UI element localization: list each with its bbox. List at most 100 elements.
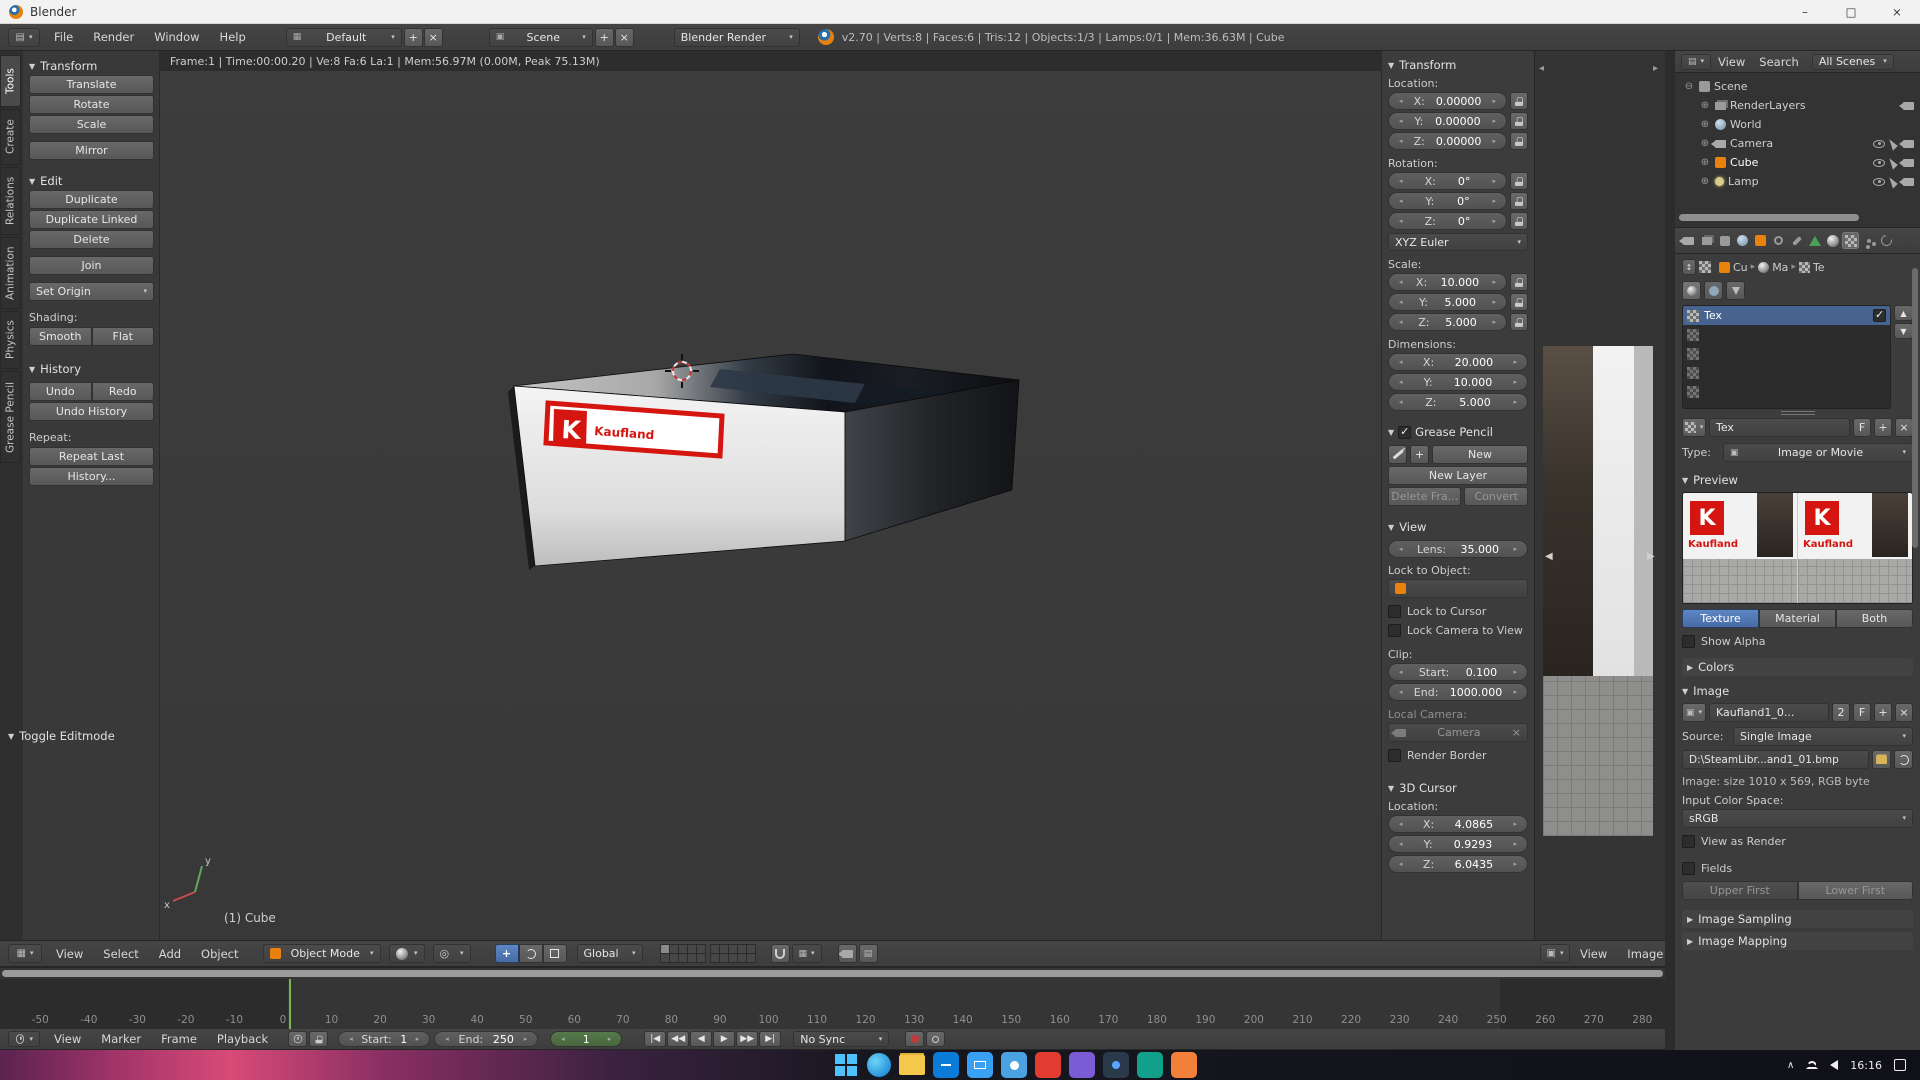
tool-tab-grease-pencil[interactable]: Grease Pencil bbox=[0, 371, 21, 463]
fake-user-button[interactable]: F bbox=[1853, 418, 1871, 437]
lock-button[interactable] bbox=[1510, 112, 1528, 130]
outliner-row-renderlayers[interactable]: ⊕RenderLayers bbox=[1683, 96, 1914, 115]
panel-header-history[interactable]: ▼History bbox=[29, 360, 154, 378]
tool-button[interactable]: Duplicate bbox=[29, 190, 154, 209]
minimize-button[interactable]: – bbox=[1782, 0, 1828, 23]
outliner-row-lamp[interactable]: ⊕Lamp bbox=[1683, 172, 1914, 191]
layer-cell-active[interactable] bbox=[661, 945, 669, 953]
lower-first-button[interactable]: Lower First bbox=[1798, 881, 1914, 900]
clip-start-field[interactable]: ◂Start:0.100▸ bbox=[1388, 663, 1528, 681]
volume-icon[interactable] bbox=[1830, 1060, 1838, 1070]
start-button[interactable] bbox=[833, 1052, 859, 1078]
rotation-mode-dropdown[interactable]: XYZ Euler▾ bbox=[1388, 233, 1528, 251]
scale-manipulator-button[interactable] bbox=[543, 944, 567, 963]
dimension-field[interactable]: ◂X:20.000▸ bbox=[1388, 353, 1528, 371]
expand-icon[interactable]: ⊕ bbox=[1699, 100, 1711, 111]
lock-button[interactable] bbox=[1510, 293, 1528, 311]
menu-item[interactable]: View bbox=[1711, 51, 1752, 72]
slot-move-down-button[interactable]: ▼ bbox=[1894, 323, 1913, 339]
lock-button[interactable] bbox=[1510, 192, 1528, 210]
tool-tab-tools[interactable]: Tools bbox=[0, 55, 21, 107]
outliner-scrollbar[interactable] bbox=[1679, 214, 1859, 221]
panel-header-preview[interactable]: ▼Preview bbox=[1682, 471, 1913, 489]
clock-time[interactable]: 16:16 bbox=[1850, 1059, 1882, 1072]
dimension-field[interactable]: ◂Y:10.000▸ bbox=[1388, 373, 1528, 391]
scene-selector[interactable]: ▣Scene▾ bbox=[489, 28, 593, 47]
location-field[interactable]: ◂Z:0.00000▸ bbox=[1388, 132, 1507, 150]
lock-button[interactable] bbox=[1510, 273, 1528, 291]
play-button[interactable]: ▶ bbox=[713, 1031, 735, 1047]
tool-tab-relations[interactable]: Relations bbox=[0, 167, 21, 235]
menu-item[interactable]: View bbox=[44, 1029, 91, 1049]
image-filepath-field[interactable]: D:\SteamLibr...and1_01.bmp bbox=[1682, 750, 1869, 769]
join-button[interactable]: Join bbox=[29, 256, 154, 275]
mode-dropdown[interactable]: Object Mode▾ bbox=[263, 944, 381, 963]
grease-pencil-draw-button[interactable] bbox=[1388, 445, 1407, 464]
tab-texture[interactable] bbox=[1842, 232, 1859, 249]
image-users-button[interactable]: 2 bbox=[1832, 703, 1850, 722]
brush-textures-button[interactable] bbox=[1726, 281, 1745, 300]
tool-button[interactable]: Scale bbox=[29, 115, 154, 134]
menu-item[interactable]: Marker bbox=[91, 1029, 151, 1049]
keying-set-button[interactable] bbox=[926, 1031, 945, 1047]
tool-tab-create[interactable]: Create bbox=[0, 109, 21, 165]
menu-item[interactable]: Render bbox=[83, 24, 144, 50]
tool-tab-physics[interactable]: Physics bbox=[0, 311, 21, 369]
jump-to-end-button[interactable]: ▶| bbox=[759, 1031, 781, 1047]
texture-slot-checkbox[interactable] bbox=[1873, 309, 1886, 322]
breadcrumb-texture[interactable]: Te bbox=[1813, 261, 1825, 274]
lock-camera-toggle[interactable]: Lock Camera to View bbox=[1388, 621, 1528, 640]
tab-object[interactable] bbox=[1752, 232, 1769, 249]
menu-item[interactable]: Select bbox=[93, 941, 148, 966]
lock-object-field[interactable] bbox=[1388, 579, 1528, 598]
lock-frame-button[interactable] bbox=[309, 1031, 328, 1047]
open-file-button[interactable] bbox=[1872, 750, 1891, 769]
tray-expand-icon[interactable]: ∧ bbox=[1787, 1060, 1794, 1071]
undo-history-button[interactable]: Undo History bbox=[29, 402, 154, 421]
image-browse-button[interactable]: ▣▾ bbox=[1682, 703, 1706, 722]
scale-field[interactable]: ◂Y:5.000▸ bbox=[1388, 293, 1507, 311]
viewport-3d[interactable]: Frame:1 | Time:00:00.20 | Ve:8 Fa:6 La:1… bbox=[160, 51, 1381, 940]
remove-layout-button[interactable]: × bbox=[424, 28, 443, 47]
repeat-last-button[interactable]: Repeat Last bbox=[29, 447, 154, 466]
add-scene-button[interactable]: + bbox=[595, 28, 614, 47]
menu-item[interactable]: Help bbox=[210, 24, 256, 50]
lock-button[interactable] bbox=[1510, 212, 1528, 230]
mirror-button[interactable]: Mirror bbox=[29, 141, 154, 160]
scale-field[interactable]: ◂X:10.000▸ bbox=[1388, 273, 1507, 291]
screen-layout-selector[interactable]: ▦Default▾ bbox=[286, 28, 402, 47]
show-alpha-toggle[interactable]: Show Alpha bbox=[1682, 632, 1913, 651]
tab-world[interactable] bbox=[1734, 232, 1751, 249]
redo-panel-header[interactable]: ▼Toggle Editmode bbox=[8, 727, 115, 745]
tab-modifiers[interactable] bbox=[1788, 232, 1805, 249]
colorspace-dropdown[interactable]: sRGB▾ bbox=[1682, 809, 1913, 828]
notification-center-icon[interactable] bbox=[1894, 1059, 1906, 1071]
outliner-row-world[interactable]: ⊕World bbox=[1683, 115, 1914, 134]
frame-start-field[interactable]: ◂Start:1▸ bbox=[338, 1031, 430, 1047]
menu-item[interactable]: Search bbox=[1752, 51, 1806, 72]
tab-object-data[interactable] bbox=[1806, 232, 1823, 249]
taskbar-app-mail[interactable] bbox=[967, 1052, 993, 1078]
menu-item[interactable]: View bbox=[46, 941, 93, 966]
pivot-dropdown[interactable]: ◎▾ bbox=[433, 944, 471, 963]
lock-button[interactable] bbox=[1510, 172, 1528, 190]
new-layer-button[interactable]: New Layer bbox=[1388, 466, 1528, 485]
expand-icon[interactable]: ⊕ bbox=[1699, 176, 1711, 187]
image-source-dropdown[interactable]: Single Image▾ bbox=[1733, 727, 1913, 746]
tab-render-layers[interactable] bbox=[1698, 232, 1715, 249]
material-textures-button[interactable] bbox=[1682, 281, 1701, 300]
lock-button[interactable] bbox=[1510, 92, 1528, 110]
current-frame-field[interactable]: ◂1▸ bbox=[550, 1031, 622, 1047]
panel-header-3d-cursor[interactable]: ▼3D Cursor bbox=[1388, 779, 1528, 797]
transform-orientation-dropdown[interactable]: Global▾ bbox=[577, 944, 643, 963]
expand-icon[interactable]: ⊕ bbox=[1699, 119, 1711, 130]
visibility-icon[interactable] bbox=[1873, 159, 1885, 167]
rotate-manipulator-button[interactable] bbox=[519, 944, 543, 963]
tab-physics[interactable] bbox=[1878, 232, 1895, 249]
image-name-field[interactable]: Kaufland1_0... bbox=[1709, 703, 1829, 722]
panel-header-image-mapping[interactable]: ▶Image Mapping bbox=[1682, 932, 1913, 950]
rotation-field[interactable]: ◂Y:0°▸ bbox=[1388, 192, 1507, 210]
texture-slot-empty[interactable] bbox=[1683, 382, 1890, 401]
auto-keyframe-button[interactable] bbox=[905, 1031, 924, 1047]
expand-icon[interactable]: ⊕ bbox=[1699, 138, 1711, 149]
